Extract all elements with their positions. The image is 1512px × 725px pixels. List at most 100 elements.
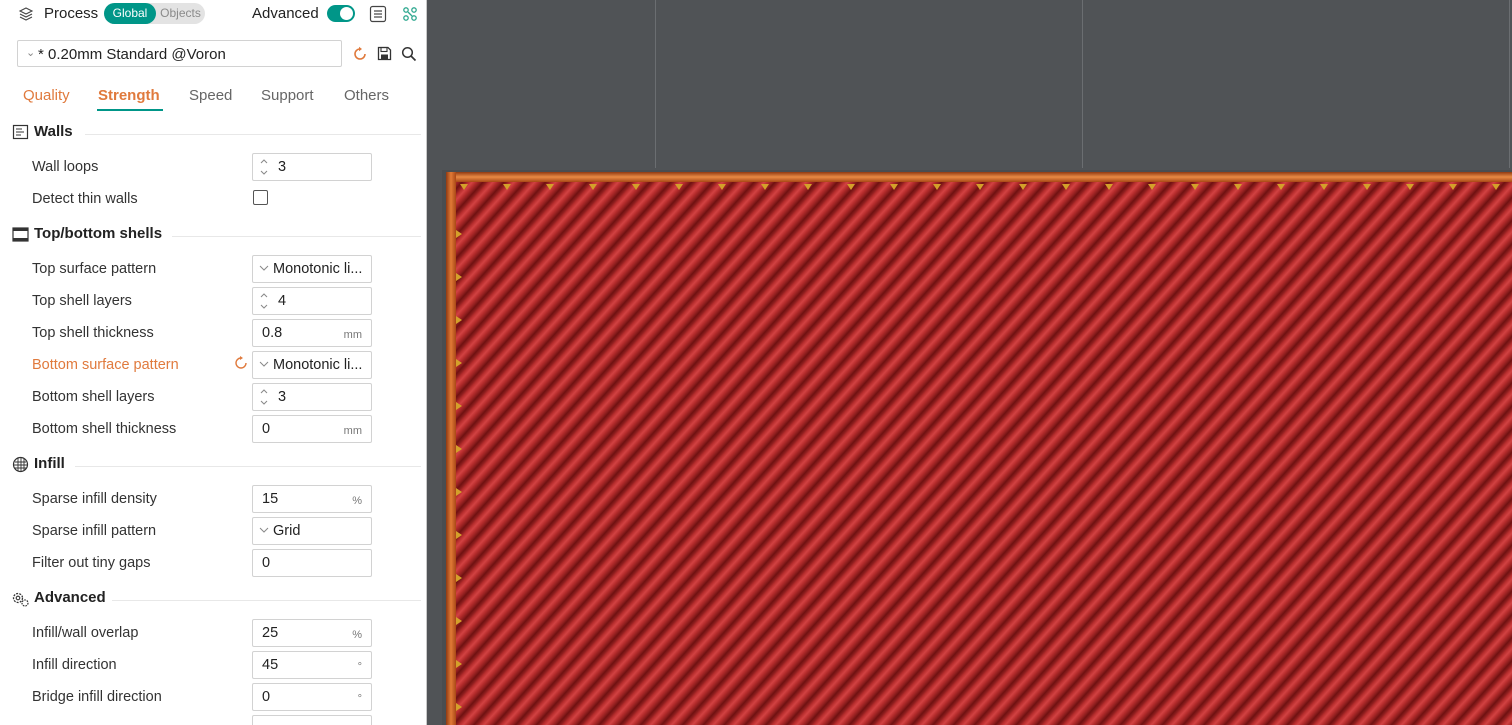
setting-bottom-shell-layers: Bottom shell layers 3 [0,383,426,413]
search-icon[interactable] [401,46,417,62]
seam-marker [456,488,462,496]
section-top-bottom-shells: Top/bottom shells [0,222,426,248]
setting-label: Bridge infill direction [32,689,162,705]
sparse-infill-pattern-select[interactable]: Grid [252,517,372,545]
field-value: 25 [262,625,279,641]
field-value: 15 [262,491,279,507]
seam-marker [1320,184,1328,190]
setting-infill-wall-overlap: Infill/wall overlap 25 % [0,619,426,649]
filter-tiny-gaps-input[interactable]: 0 [252,549,372,577]
setting-label: Top surface pattern [32,261,157,277]
detect-thin-walls-checkbox[interactable] [253,190,268,205]
tab-quality[interactable]: Quality [23,87,70,104]
field-value: 3 [278,159,287,175]
section-walls: Walls [0,120,426,146]
seam-marker [456,359,462,367]
field-unit: ° [357,661,362,673]
left-wall-edge [446,172,456,725]
field-value: 4 [278,293,287,309]
objects-option[interactable]: Objects [156,3,205,24]
spinner-arrows-icon[interactable] [259,290,269,312]
chevron-down-icon [259,361,269,367]
infill-direction-input[interactable]: 45 ° [252,651,372,679]
bottom-shell-thickness-input[interactable]: 0 mm [252,415,372,443]
section-title: Infill [34,455,65,472]
tab-others[interactable]: Others [344,87,389,104]
compare-presets-icon[interactable] [402,6,418,22]
tab-strength[interactable]: Strength [98,87,160,104]
seam-marker [1191,184,1199,190]
process-header: Process Global Objects Advanced [0,0,426,28]
infill-wall-overlap-input[interactable]: 25 % [252,619,372,647]
seam-marker [456,273,462,281]
setting-sparse-infill-pattern: Sparse infill pattern Grid [0,517,426,547]
divider [112,600,421,601]
seam-marker [456,531,462,539]
setting-sparse-infill-density: Sparse infill density 15 % [0,485,426,515]
seam-marker [890,184,898,190]
divider [85,134,421,135]
partial-input[interactable] [252,715,372,725]
top-surface-pattern-select[interactable]: Monotonic li... [252,255,372,283]
wall-loops-spinner[interactable]: 3 [252,153,372,181]
spinner-arrows-icon[interactable] [259,386,269,408]
seam-marker [1148,184,1156,190]
layers-icon [18,7,34,21]
global-objects-switch[interactable]: Global Objects [104,3,205,24]
seam-marker [632,184,640,190]
top-shell-thickness-input[interactable]: 0.8 mm [252,319,372,347]
preview-viewport[interactable] [427,0,1512,725]
seam-marker [456,445,462,453]
chevron-down-icon [259,527,269,533]
field-value: 3 [278,389,287,405]
field-value: 0 [262,689,271,705]
grid-line [655,0,656,168]
setting-label: Sparse infill density [32,491,157,507]
process-preset-dropdown[interactable]: ⌄ * 0.20mm Standard @Voron [17,40,342,67]
field-unit: mm [343,425,362,437]
walls-icon [12,124,29,140]
seam-marker [589,184,597,190]
bottom-shell-layers-spinner[interactable]: 3 [252,383,372,411]
list-settings-icon[interactable] [369,5,387,23]
bridge-infill-direction-input[interactable]: 0 ° [252,683,372,711]
top-shell-layers-spinner[interactable]: 4 [252,287,372,315]
spinner-arrows-icon[interactable] [259,156,269,178]
tab-support[interactable]: Support [261,87,314,104]
field-unit: mm [343,329,362,341]
setting-bridge-infill-direction: Bridge infill direction 0 ° [0,683,426,713]
setting-top-shell-thickness: Top shell thickness 0.8 mm [0,319,426,349]
setting-label: Top shell thickness [32,325,154,341]
seam-marker [456,574,462,582]
reset-icon[interactable] [352,46,368,62]
gears-icon [12,592,29,607]
field-value: Monotonic li... [273,261,363,277]
seam-marker [1492,184,1500,190]
bottom-surface-pattern-select[interactable]: Monotonic li... [252,351,372,379]
seam-marker [1105,184,1113,190]
grid-line [1082,0,1083,168]
global-option[interactable]: Global [104,3,156,24]
setting-top-shell-layers: Top shell layers 4 [0,287,426,317]
section-title: Walls [34,123,73,140]
seam-marker [804,184,812,190]
toggle-knob [340,7,353,20]
field-value: 0 [262,421,271,437]
advanced-toggle[interactable] [327,5,355,22]
save-icon[interactable] [377,46,392,61]
seam-marker [456,617,462,625]
field-value: 0 [262,555,271,571]
field-value: Grid [273,523,301,539]
setting-top-surface-pattern: Top surface pattern Monotonic li... [0,255,426,285]
setting-bottom-surface-pattern: Bottom surface pattern Monotonic li... [0,351,426,381]
reset-icon[interactable] [233,355,249,371]
seam-marker [1277,184,1285,190]
seam-marker [675,184,683,190]
setting-infill-direction: Infill direction 45 ° [0,651,426,681]
seam-marker [456,316,462,324]
tab-speed[interactable]: Speed [189,87,232,104]
field-unit: % [352,629,362,641]
sparse-infill-density-input[interactable]: 15 % [252,485,372,513]
seam-marker [1363,184,1371,190]
field-value: Monotonic li... [273,357,363,373]
